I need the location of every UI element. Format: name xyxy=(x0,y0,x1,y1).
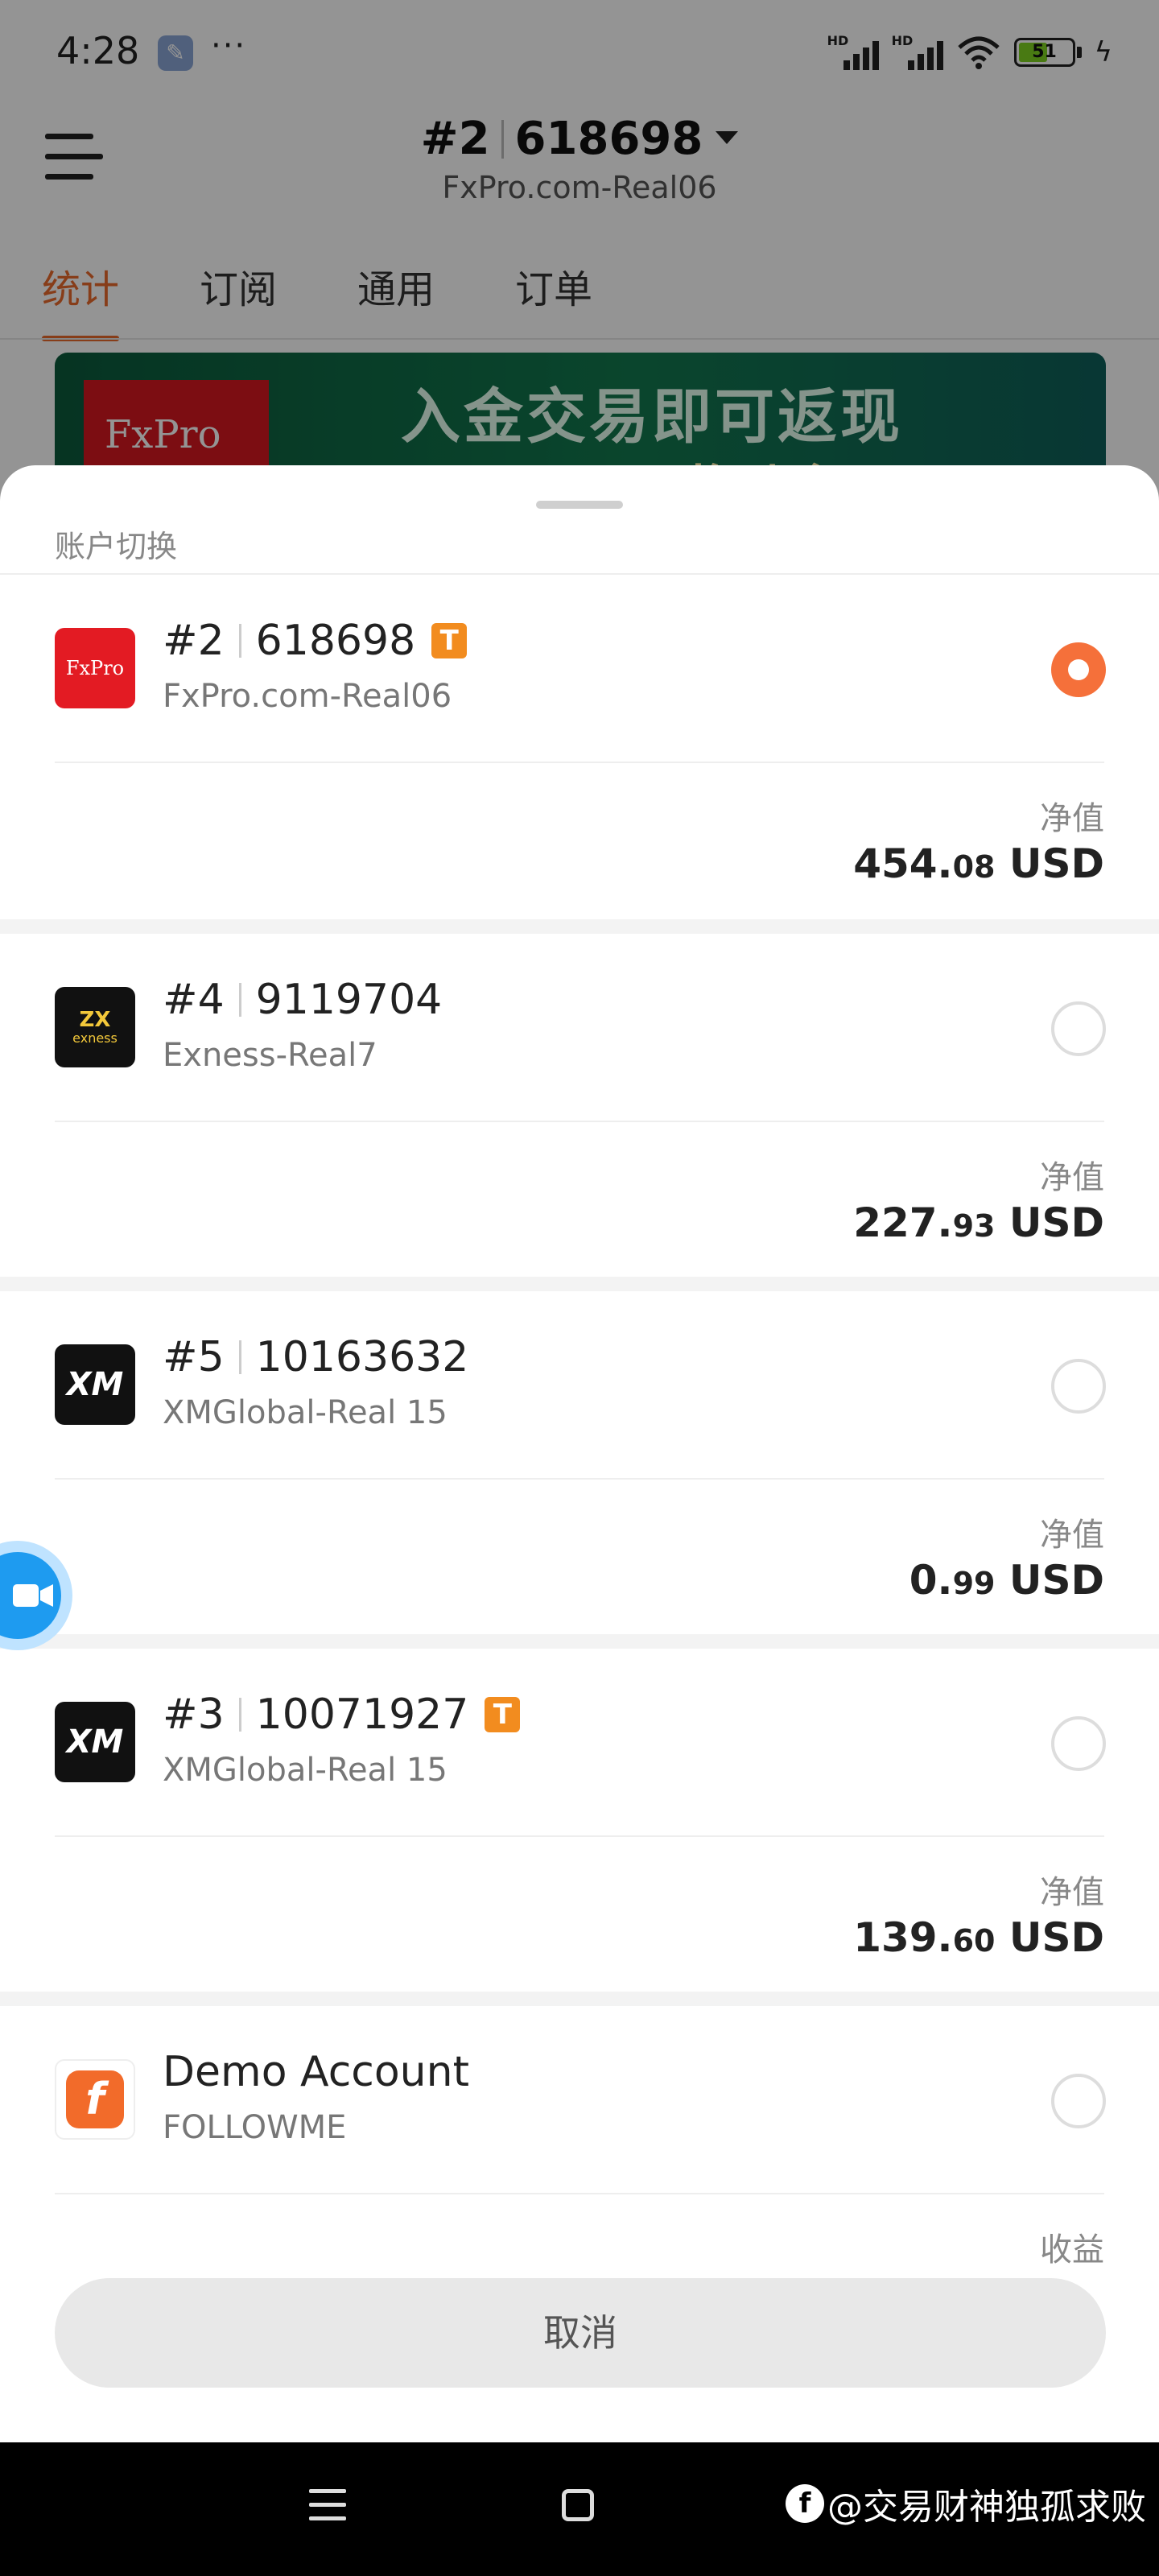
equity-label: 净值 xyxy=(1040,1874,1104,1911)
account-radio[interactable] xyxy=(1051,1001,1106,1056)
account-radio[interactable] xyxy=(1051,2074,1106,2128)
account-number: #3 xyxy=(163,1690,225,1739)
equity-value: 454.08 USD xyxy=(853,840,1104,887)
account-radio-selected[interactable] xyxy=(1051,642,1106,697)
account-title: #5 10163632 xyxy=(163,1333,468,1381)
account-card[interactable]: FxPro #2 618698 T FxPro.com-Real06 净值 454.… xyxy=(0,575,1159,910)
account-title: Demo Account xyxy=(163,2048,469,2096)
followme-logo: f xyxy=(55,2059,135,2140)
account-card[interactable]: XM #5 10163632 XMGlobal-Real 15 净值 0.99 U… xyxy=(0,1291,1159,1626)
account-server: XMGlobal-Real 15 xyxy=(163,1394,448,1431)
account-title: #4 9119704 xyxy=(163,976,442,1024)
account-number: #4 xyxy=(163,976,225,1024)
account-id: Demo Account xyxy=(163,2048,469,2096)
account-id: 10071927 xyxy=(255,1690,469,1739)
watermark-text: @交易财神独孤求败 xyxy=(827,2487,1146,2528)
cancel-button[interactable]: 取消 xyxy=(55,2278,1106,2388)
home-icon[interactable] xyxy=(562,2489,594,2521)
account-radio[interactable] xyxy=(1051,1716,1106,1771)
account-server: XMGlobal-Real 15 xyxy=(163,1752,448,1789)
system-nav-bar: f @交易财神独孤求败 xyxy=(0,2442,1159,2576)
account-server: Exness-Real7 xyxy=(163,1037,377,1074)
account-number: #5 xyxy=(163,1333,225,1381)
equity-value: 139.60 USD xyxy=(853,1914,1104,1961)
account-switch-sheet: 账户切换 FxPro #2 618698 T FxPro.com-Real06 净值… xyxy=(0,465,1159,2442)
account-server: FOLLOWME xyxy=(163,2109,347,2146)
watermark: f @交易财神独孤求败 xyxy=(786,2478,1146,2529)
trade-badge: T xyxy=(485,1697,521,1732)
fxpro-logo: FxPro xyxy=(55,628,135,708)
account-id: 10163632 xyxy=(255,1333,469,1381)
profit-label: 收益 xyxy=(1040,2231,1104,2268)
account-card[interactable]: XM #3 10071927 T XMGlobal-Real 15 净值 139.6… xyxy=(0,1649,1159,1984)
xm-logo: XM xyxy=(55,1702,135,1782)
account-id: 9119704 xyxy=(255,976,443,1024)
video-camera-icon xyxy=(13,1584,53,1607)
equity-label: 净值 xyxy=(1040,1517,1104,1554)
recent-apps-icon[interactable] xyxy=(309,2489,346,2530)
exness-logo: ZX exness xyxy=(55,987,135,1067)
equity-value: 0.99 USD xyxy=(909,1557,1104,1604)
account-number: #2 xyxy=(163,617,225,665)
account-title: #2 618698 T xyxy=(163,617,468,665)
account-radio[interactable] xyxy=(1051,1359,1106,1414)
sheet-title: 账户切换 xyxy=(55,529,178,564)
sheet-drag-handle[interactable] xyxy=(536,501,623,509)
account-title: #3 10071927 T xyxy=(163,1690,521,1739)
equity-label: 净值 xyxy=(1040,1159,1104,1196)
trade-badge: T xyxy=(431,623,468,658)
account-card[interactable]: ZX exness #4 9119704 Exness-Real7 净值 227.9… xyxy=(0,934,1159,1269)
facebook-icon: f xyxy=(786,2484,824,2523)
equity-value: 227.93 USD xyxy=(853,1199,1104,1246)
xm-logo: XM xyxy=(55,1344,135,1425)
account-server: FxPro.com-Real06 xyxy=(163,678,452,715)
account-id: 618698 xyxy=(255,617,416,665)
equity-label: 净值 xyxy=(1040,800,1104,837)
